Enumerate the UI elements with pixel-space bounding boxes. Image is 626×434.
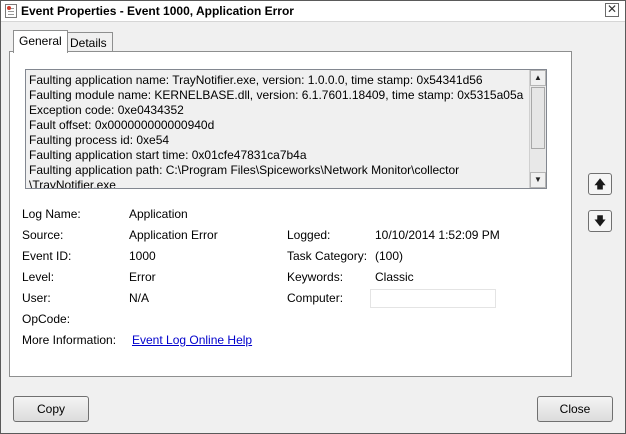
user-value: N/A (129, 291, 150, 305)
close-button[interactable]: Close (537, 396, 613, 422)
previous-event-button[interactable]: 🡅 (588, 173, 612, 195)
more-information-label: More Information: (22, 333, 117, 347)
description-scrollbar[interactable]: ▲ ▼ (529, 70, 546, 188)
description-line: Exception code: 0xe0434352 (29, 103, 184, 117)
title-bar: Event Properties - Event 1000, Applicati… (1, 1, 625, 22)
arrow-down-icon: 🡇 (593, 214, 607, 228)
level-label: Level: (22, 270, 55, 284)
opcode-label: OpCode: (22, 312, 71, 326)
logged-value: 10/10/2014 1:52:09 PM (375, 228, 500, 242)
event-id-value: 1000 (129, 249, 156, 263)
logged-label: Logged: (287, 228, 331, 242)
window-title: Event Properties - Event 1000, Applicati… (21, 4, 294, 18)
event-description-textbox[interactable]: Faulting application name: TrayNotifier.… (25, 69, 547, 189)
source-label: Source: (22, 228, 64, 242)
tab-general[interactable]: General (13, 30, 68, 53)
event-id-label: Event ID: (22, 249, 72, 263)
scroll-down-icon[interactable]: ▼ (530, 172, 546, 188)
event-viewer-app-icon (5, 4, 17, 18)
log-name-label: Log Name: (22, 207, 81, 221)
description-line: Faulting process id: 0xe54 (29, 133, 170, 147)
description-line: Faulting application start time: 0x01cfe… (29, 148, 307, 162)
task-category-label: Task Category: (287, 249, 368, 263)
keywords-value: Classic (375, 270, 414, 284)
level-value: Error (129, 270, 156, 284)
scroll-up-icon[interactable]: ▲ (530, 70, 546, 86)
copy-button[interactable]: Copy (13, 396, 89, 422)
arrow-up-icon: 🡅 (593, 177, 607, 191)
next-event-button[interactable]: 🡇 (588, 210, 612, 232)
description-lines: Faulting application name: TrayNotifier.… (29, 73, 529, 189)
event-log-online-help-link[interactable]: Event Log Online Help (132, 333, 252, 347)
task-category-value: (100) (375, 249, 404, 263)
description-line: Faulting application path: C:\Program Fi… (29, 163, 460, 177)
description-line: \TrayNotifier.exe (29, 178, 116, 189)
computer-value (370, 289, 496, 308)
computer-label: Computer: (287, 291, 344, 305)
event-properties-window: Event Properties - Event 1000, Applicati… (0, 0, 626, 434)
description-line: Fault offset: 0x000000000000940d (29, 118, 215, 132)
general-tab-panel: Faulting application name: TrayNotifier.… (9, 51, 572, 377)
close-window-icon[interactable]: ✕ (605, 3, 619, 17)
description-line: Faulting module name: KERNELBASE.dll, ve… (29, 88, 524, 102)
source-value: Application Error (129, 228, 218, 242)
scrollbar-thumb[interactable] (531, 87, 545, 149)
description-line: Faulting application name: TrayNotifier.… (29, 73, 483, 87)
keywords-label: Keywords: (287, 270, 344, 284)
log-name-value: Application (129, 207, 188, 221)
user-label: User: (22, 291, 51, 305)
tab-details[interactable]: Details (64, 32, 113, 53)
